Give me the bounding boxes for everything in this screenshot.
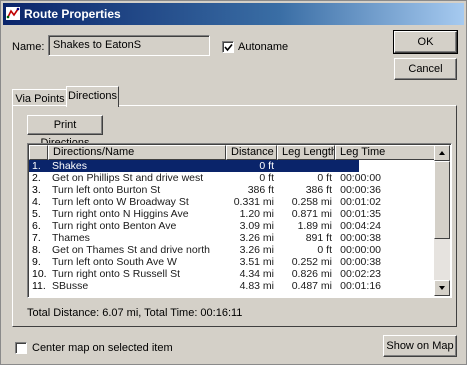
column-header-leg-time[interactable]: Leg Time xyxy=(335,145,435,160)
cell-leg-length: 0.487 mi xyxy=(291,280,332,292)
table-row[interactable]: 4. Turn left onto W Broadway St 0.331 mi… xyxy=(29,196,434,208)
cell-leg-time: 00:00:00 xyxy=(340,172,381,184)
cell-distance: 3.09 mi xyxy=(239,220,274,232)
cell-leg-length: 0.252 mi xyxy=(291,256,332,268)
route-totals: Total Distance: 6.07 mi, Total Time: 00:… xyxy=(27,307,243,319)
print-directions-button[interactable]: Print Directions xyxy=(27,115,103,149)
column-header-directions[interactable]: Directions/Name xyxy=(48,145,226,160)
cell-distance: 1.20 mi xyxy=(239,208,274,220)
cell-distance: 3.26 mi xyxy=(239,244,274,256)
table-row[interactable]: 11. SBusse 4.83 mi 0.487 mi 00:01:16 xyxy=(29,280,434,292)
vertical-scrollbar[interactable] xyxy=(434,145,450,296)
cell-leg-time: 00:01:16 xyxy=(340,280,381,292)
cell-distance: 3.26 mi xyxy=(239,232,274,244)
scroll-thumb[interactable] xyxy=(434,161,450,239)
table-row[interactable]: 2. Get on Phillips St and drive west 0 f… xyxy=(29,172,434,184)
cell-leg-length: 0 ft xyxy=(317,172,332,184)
center-map-checkbox[interactable] xyxy=(15,342,27,354)
tab-directions[interactable]: Directions xyxy=(66,86,119,107)
cell-direction: SBusse xyxy=(52,280,89,292)
window-title: Route Properties xyxy=(24,7,121,21)
cell-direction: Turn right onto S Russell St xyxy=(52,268,180,280)
ok-button[interactable]: OK xyxy=(393,30,458,54)
cell-leg-time: 00:04:24 xyxy=(340,220,381,232)
cell-direction: Turn right onto N Higgins Ave xyxy=(52,208,189,220)
scroll-down-button[interactable] xyxy=(434,280,450,296)
cell-direction: Turn left onto W Broadway St xyxy=(52,196,189,208)
cell-distance: 386 ft xyxy=(247,184,274,196)
cell-leg-length: 891 ft xyxy=(305,232,332,244)
cell-leg-length: 386 ft xyxy=(305,184,332,196)
route-properties-window: Route Properties Name: Shakes to EatonS … xyxy=(0,0,467,365)
cell-distance: 0 ft xyxy=(259,160,274,172)
center-map-label: Center map on selected item xyxy=(32,342,173,354)
cell-distance: 4.83 mi xyxy=(239,280,274,292)
arrow-down-icon xyxy=(439,286,445,290)
table-row[interactable]: 7. Thames 3.26 mi 891 ft 00:00:38 xyxy=(29,232,434,244)
table-row[interactable]: 10. Turn right onto S Russell St 4.34 mi… xyxy=(29,268,434,280)
arrow-up-icon xyxy=(439,151,445,155)
cell-direction: Turn left onto Burton St xyxy=(52,184,161,196)
cell-distance: 0.331 mi xyxy=(233,196,274,208)
cell-distance: 3.51 mi xyxy=(239,256,274,268)
table-row[interactable]: 6. Turn right onto Benton Ave 3.09 mi 1.… xyxy=(29,220,434,232)
column-header-leg-length[interactable]: Leg Length xyxy=(277,145,335,160)
cell-direction: Turn left onto South Ave W xyxy=(52,256,177,268)
cell-direction: Turn right onto Benton Ave xyxy=(52,220,177,232)
cell-leg-length: 0.258 mi xyxy=(291,196,332,208)
autoname-label: Autoname xyxy=(238,41,289,53)
cell-leg-length: 0.871 mi xyxy=(291,208,332,220)
cell-leg-length: 0.826 mi xyxy=(291,268,332,280)
cell-direction: Get on Phillips St and drive west xyxy=(52,172,204,184)
show-on-map-button[interactable]: Show on Map xyxy=(383,335,457,357)
name-label: Name: xyxy=(12,41,45,53)
cancel-button[interactable]: Cancel xyxy=(394,58,457,80)
cell-leg-time: 00:00:38 xyxy=(340,232,381,244)
cell-distance: 0 ft xyxy=(259,172,274,184)
cell-leg-time: 00:00:00 xyxy=(340,244,381,256)
name-field-value: Shakes to EatonS xyxy=(53,39,142,51)
table-row[interactable]: 3. Turn left onto Burton St 386 ft 386 f… xyxy=(29,184,434,196)
cell-leg-length: 1.89 mi xyxy=(297,220,332,232)
autoname-checkbox[interactable] xyxy=(222,41,234,53)
cell-leg-time: 00:00:36 xyxy=(340,184,381,196)
directions-list[interactable]: Directions/Name Distance Leg Length Leg … xyxy=(27,143,452,298)
title-bar[interactable]: Route Properties xyxy=(3,3,464,25)
tab-via-points[interactable]: Via Points xyxy=(12,89,68,106)
route-app-icon xyxy=(6,7,20,20)
table-row[interactable]: 5. Turn right onto N Higgins Ave 1.20 mi… xyxy=(29,208,434,220)
column-header-distance[interactable]: Distance xyxy=(226,145,277,160)
table-row[interactable]: 1. Shakes 0 ft xyxy=(29,160,359,172)
cell-leg-time: 00:01:02 xyxy=(340,196,381,208)
check-icon xyxy=(224,43,233,52)
cell-direction: Thames xyxy=(52,232,90,244)
cell-leg-time: 00:01:35 xyxy=(340,208,381,220)
column-header-number[interactable] xyxy=(29,145,48,160)
cell-leg-length: 0 ft xyxy=(317,244,332,256)
cell-direction: Get on Thames St and drive north xyxy=(52,244,210,256)
cell-distance: 4.34 mi xyxy=(239,268,274,280)
table-row[interactable]: 8. Get on Thames St and drive north 3.26… xyxy=(29,244,434,256)
cell-leg-time: 00:00:38 xyxy=(340,256,381,268)
name-field[interactable]: Shakes to EatonS xyxy=(48,35,210,56)
scroll-up-button[interactable] xyxy=(434,145,450,161)
table-row[interactable]: 9. Turn left onto South Ave W 3.51 mi 0.… xyxy=(29,256,434,268)
cell-direction: Shakes xyxy=(52,160,88,172)
cell-leg-time: 00:02:23 xyxy=(340,268,381,280)
